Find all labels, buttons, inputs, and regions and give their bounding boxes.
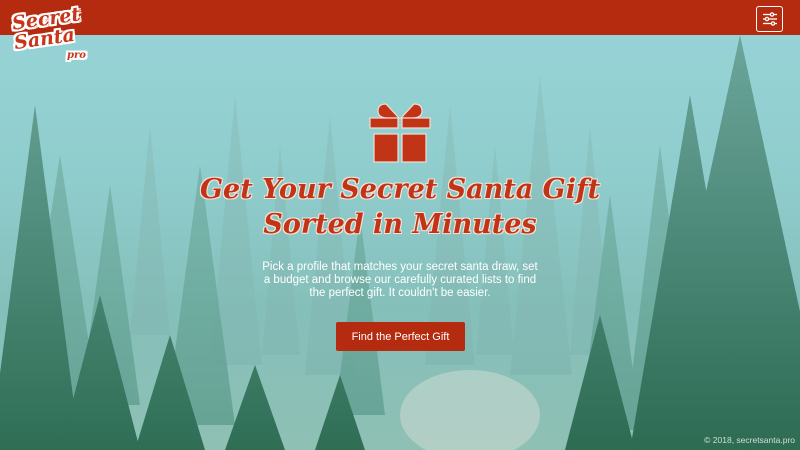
logo-word-pro: pro [67,50,86,61]
top-navbar [0,0,800,35]
forest-background [0,35,800,450]
secret-santa-logo[interactable]: Secret Santa pro [9,3,89,68]
copyright-text: © 2018, secretsanta.pro [704,435,795,445]
hero-headline: Get Your Secret Santa Gift Sorted in Min… [150,172,650,242]
find-perfect-gift-button[interactable]: Find the Perfect Gift [336,322,465,351]
sliders-icon[interactable] [756,6,783,32]
headline-line-1: Get Your Secret Santa Gift [199,174,601,205]
gift-icon [366,100,434,166]
pine-trees-illustration [0,35,800,450]
headline-line-2: Sorted in Minutes [263,209,537,240]
hero-subtitle: Pick a profile that matches your secret … [262,261,538,299]
